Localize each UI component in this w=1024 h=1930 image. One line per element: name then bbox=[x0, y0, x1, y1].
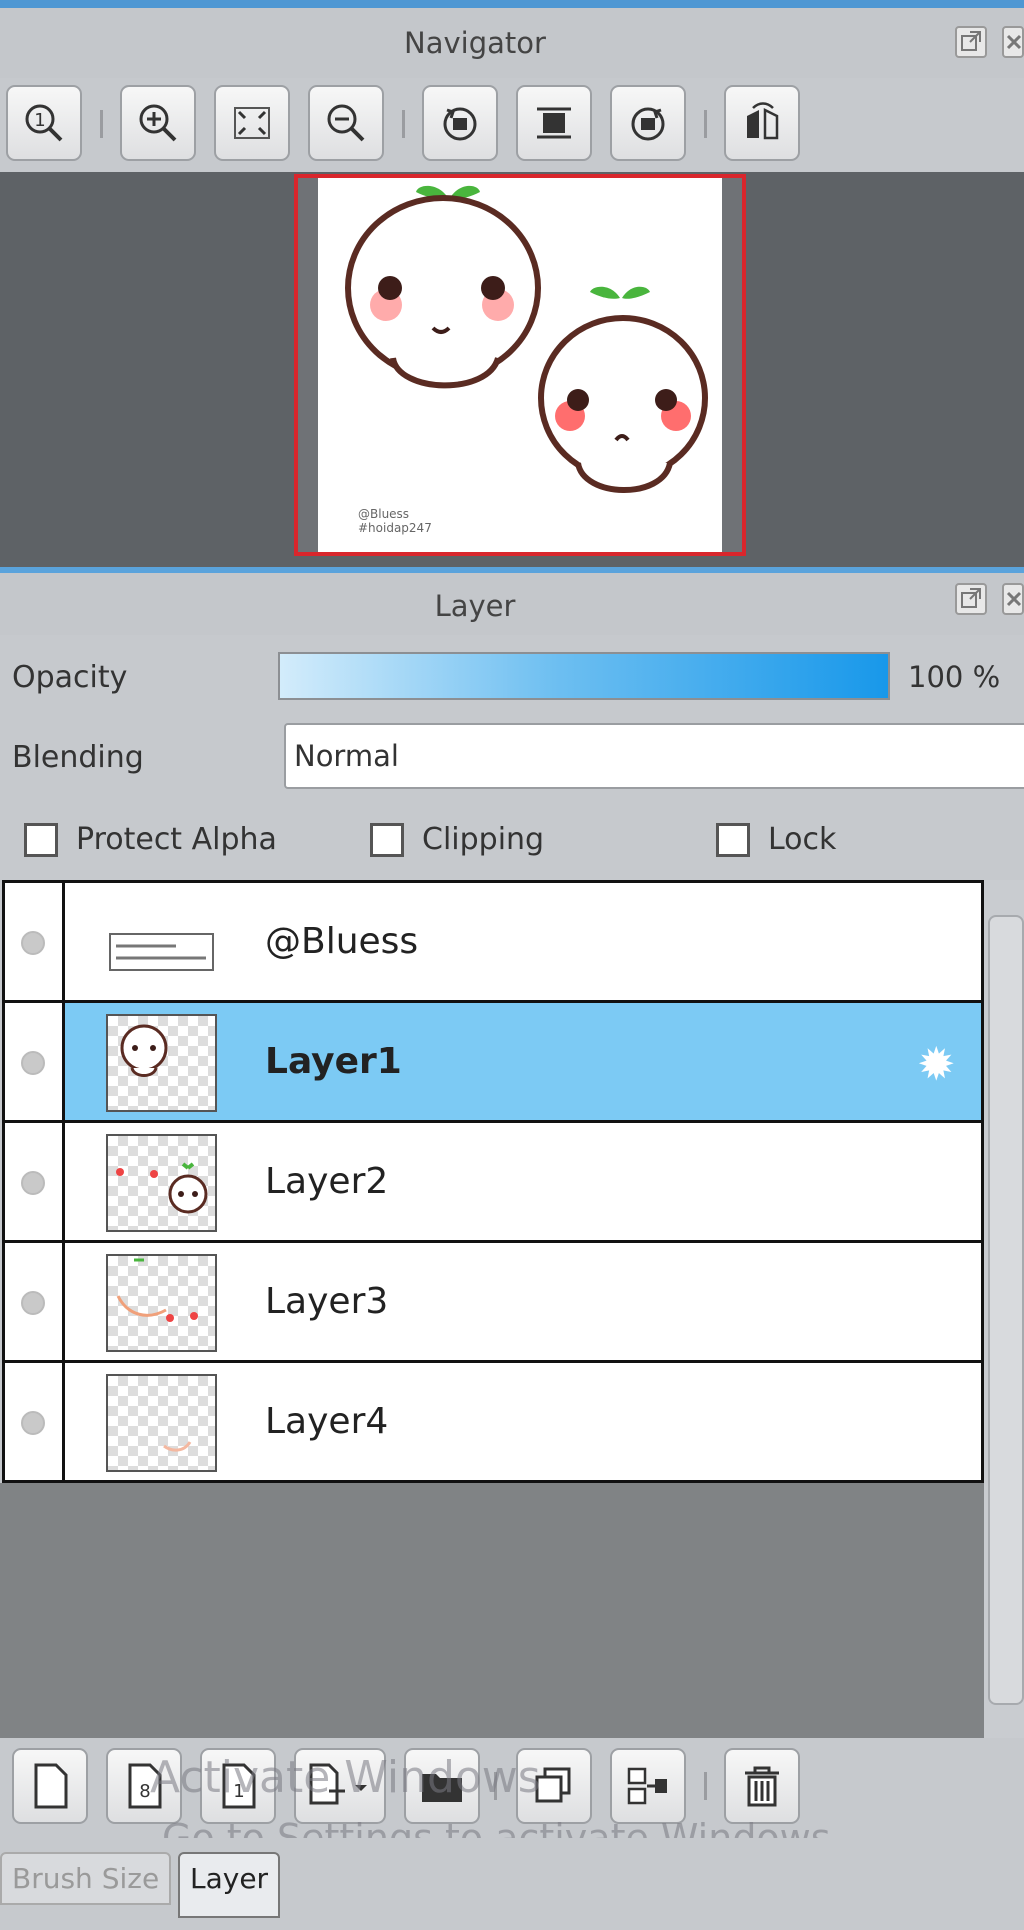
clipping-label: Clipping bbox=[422, 822, 545, 857]
visibility-dot-icon bbox=[21, 1411, 45, 1435]
layer-panel-title: Layer bbox=[434, 589, 516, 623]
zoom-actual-icon[interactable]: 1 bbox=[6, 85, 82, 161]
layer-name: @Bluess bbox=[265, 921, 419, 962]
layer-list-empty-area bbox=[0, 1483, 984, 1738]
visibility-toggle[interactable] bbox=[5, 1243, 65, 1360]
layer-name: Layer1 bbox=[265, 1041, 402, 1082]
zoom-out-icon[interactable] bbox=[308, 85, 384, 161]
visibility-toggle[interactable] bbox=[5, 1363, 65, 1480]
activation-watermark-title: Activate Windows bbox=[150, 1752, 541, 1803]
opacity-slider[interactable] bbox=[278, 652, 890, 700]
opacity-label: Opacity bbox=[12, 660, 128, 695]
layer-thumbnail bbox=[106, 1134, 217, 1232]
navigator-title: Navigator bbox=[404, 26, 546, 60]
visibility-dot-icon bbox=[21, 1171, 45, 1195]
opacity-value: 100 % bbox=[908, 660, 1001, 694]
svg-text:#hoidap247: #hoidap247 bbox=[358, 521, 432, 535]
visibility-toggle[interactable] bbox=[5, 1123, 65, 1240]
layer-list: @Bluess Layer1 ✹ Layer2 Layer3 Layer4 bbox=[2, 880, 984, 1483]
visibility-dot-icon bbox=[21, 1051, 45, 1075]
toolbar-separator bbox=[704, 110, 707, 138]
layer-popout-icon[interactable] bbox=[955, 583, 987, 615]
layer-row[interactable]: @Bluess bbox=[5, 883, 981, 1003]
visibility-toggle[interactable] bbox=[5, 883, 65, 1000]
layer-name: Layer4 bbox=[265, 1401, 389, 1442]
protect-alpha-checkbox[interactable] bbox=[24, 823, 58, 857]
svg-text:@Bluess: @Bluess bbox=[358, 507, 409, 521]
layer-row-selected[interactable]: Layer1 ✹ bbox=[5, 1003, 981, 1123]
lock-checkbox[interactable] bbox=[716, 823, 750, 857]
navigator-close-icon[interactable] bbox=[1002, 26, 1024, 58]
svg-text:8: 8 bbox=[139, 1781, 150, 1802]
layer-thumbnail bbox=[106, 1374, 217, 1472]
blending-value: Normal bbox=[294, 739, 399, 773]
layer-thumbnail bbox=[106, 1014, 217, 1112]
tab-layer[interactable]: Layer bbox=[178, 1852, 281, 1918]
toolbar-separator bbox=[402, 110, 405, 138]
layer-row[interactable]: Layer3 bbox=[5, 1243, 981, 1363]
navigator-top-border bbox=[0, 0, 1024, 8]
layer-row[interactable]: Layer2 bbox=[5, 1123, 981, 1243]
new-layer-icon[interactable] bbox=[12, 1748, 88, 1824]
layer-thumbnail bbox=[106, 894, 217, 992]
layer-close-icon[interactable] bbox=[1002, 583, 1024, 615]
blending-label: Blending bbox=[12, 740, 144, 775]
merge-down-icon[interactable] bbox=[610, 1748, 686, 1824]
tab-brush-size[interactable]: Brush Size bbox=[0, 1852, 172, 1905]
blending-select[interactable]: Normal ▾ bbox=[284, 723, 1024, 789]
layer-settings-gear-icon[interactable]: ✹ bbox=[917, 1037, 956, 1091]
layer-name: Layer3 bbox=[265, 1281, 389, 1322]
layer-thumbnail bbox=[106, 1254, 217, 1352]
layer-list-scroll-thumb[interactable] bbox=[988, 915, 1024, 1705]
navigator-preview[interactable]: @Bluess #hoidap247 bbox=[294, 174, 746, 556]
navigator-popout-icon[interactable] bbox=[955, 26, 987, 58]
zoom-in-icon[interactable] bbox=[120, 85, 196, 161]
clipping-checkbox[interactable] bbox=[370, 823, 404, 857]
visibility-dot-icon bbox=[21, 1291, 45, 1315]
visibility-dot-icon bbox=[21, 931, 45, 955]
rotate-right-icon[interactable] bbox=[610, 85, 686, 161]
layer-row[interactable]: Layer4 bbox=[5, 1363, 981, 1483]
rotate-left-icon[interactable] bbox=[422, 85, 498, 161]
protect-alpha-label: Protect Alpha bbox=[76, 822, 277, 857]
visibility-toggle[interactable] bbox=[5, 1003, 65, 1120]
layer-panel-header: Layer bbox=[0, 573, 1024, 635]
navigator-header: Navigator bbox=[0, 8, 1024, 78]
toolbar-separator bbox=[100, 110, 103, 138]
fit-window-icon[interactable] bbox=[214, 85, 290, 161]
lock-label: Lock bbox=[768, 822, 837, 857]
layer-name: Layer2 bbox=[265, 1161, 389, 1202]
toolbar-separator bbox=[704, 1772, 707, 1800]
flip-horizontal-icon[interactable] bbox=[724, 85, 800, 161]
fit-canvas-icon[interactable] bbox=[516, 85, 592, 161]
delete-layer-icon[interactable] bbox=[724, 1748, 800, 1824]
svg-text:1: 1 bbox=[34, 110, 45, 131]
